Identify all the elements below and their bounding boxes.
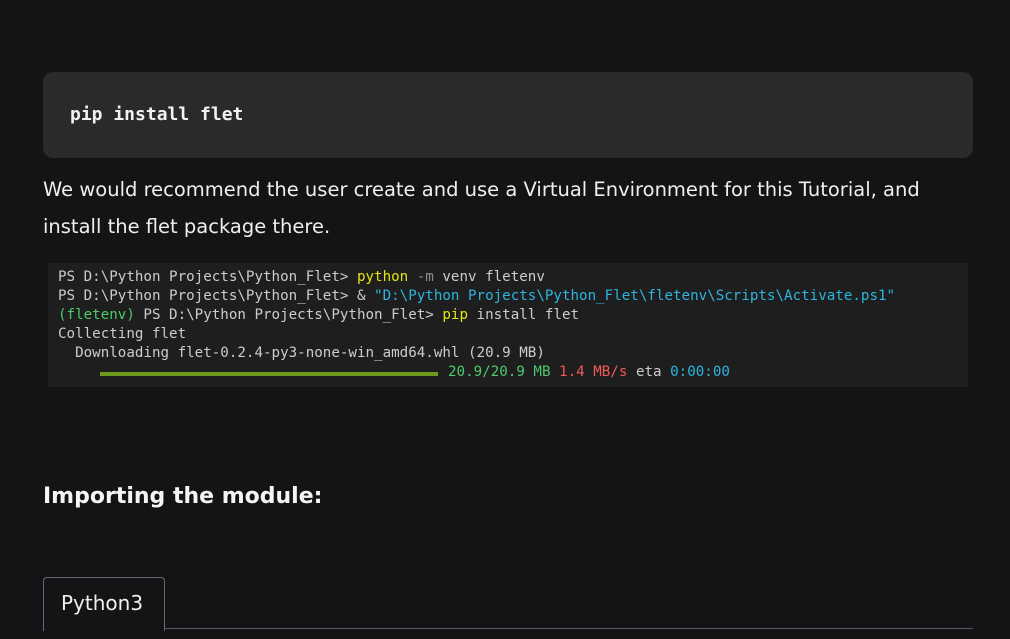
terminal-command: python [356,269,409,285]
terminal-line-collecting: Collecting flet [58,326,187,342]
code-tabs-border [43,628,973,629]
terminal-line-progress: 20.9/20.9 MB 1.4 MB/s eta 0:00:00 [448,363,730,382]
download-progress-bar [100,372,438,376]
terminal-line-downloading: Downloading flet-0.2.4-py3-none-win_amd6… [58,345,545,361]
terminal-flag: -m [408,269,434,285]
terminal-prompt: PS D:\Python Projects\Python_Flet> [58,269,357,285]
recommendation-text: We would recommend the user create and u… [43,178,920,238]
terminal-prompt: PS D:\Python Projects\Python_Flet> & [58,288,375,304]
terminal-line-activate: PS D:\Python Projects\Python_Flet> & "D:… [58,287,895,306]
eta-value: 0:00:00 [670,364,730,380]
install-command: pip install flet [70,104,244,125]
section-heading: Importing the module: [43,484,323,509]
download-speed: 1.4 MB/s [559,364,628,380]
install-code-block: pip install flet [43,72,973,158]
tab-label: Python3 [61,591,144,615]
tab-python3[interactable]: Python3 [43,577,165,631]
terminal-activate-path: "D:\Python Projects\Python_Flet\fletenv\… [374,288,896,304]
terminal-prompt: PS D:\Python Projects\Python_Flet> [134,307,443,323]
terminal-env-name: (fletenv) [58,307,135,323]
eta-label: eta [635,364,662,380]
terminal-line-venv: PS D:\Python Projects\Python_Flet> pytho… [58,268,545,287]
terminal-args: venv fletenv [433,269,545,285]
terminal-line-pip: (fletenv) PS D:\Python Projects\Python_F… [58,306,579,325]
terminal-screenshot: PS D:\Python Projects\Python_Flet> pytho… [48,263,968,387]
download-amount: 20.9/20.9 MB [448,364,551,380]
terminal-command: pip [442,307,468,323]
terminal-args: install flet [468,307,580,323]
